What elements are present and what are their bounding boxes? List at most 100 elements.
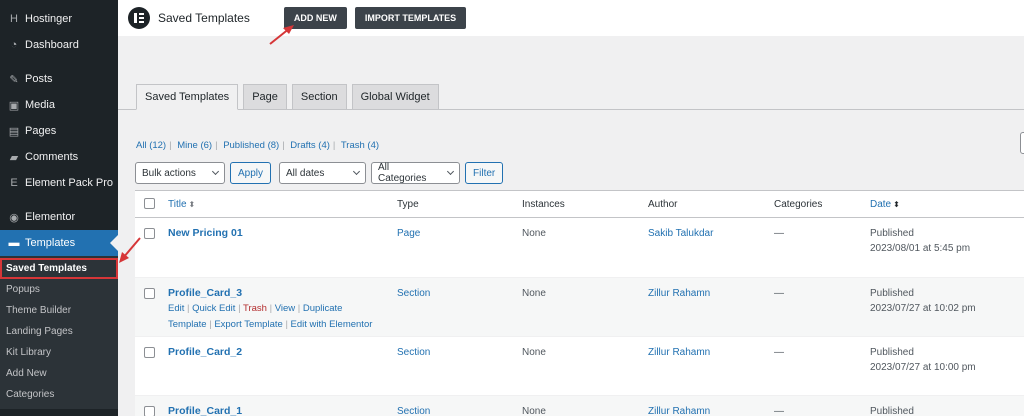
filter-drafts-label: Drafts [290, 140, 316, 151]
templates-submenu: Saved Templates Popups Theme Builder Lan… [0, 256, 118, 409]
tab-global-widget[interactable]: Global Widget [351, 84, 439, 110]
sidebar-item-templates[interactable]: ▬ Templates [0, 230, 118, 256]
sidebar-item-label: Elementor [25, 211, 76, 223]
current-menu-caret [110, 235, 118, 251]
filter-published[interactable]: Published (8) [223, 140, 279, 151]
row-title-link[interactable]: Profile_Card_2 [168, 346, 242, 358]
screen-options-button[interactable] [1020, 132, 1024, 154]
dates-value: All dates [286, 167, 325, 179]
sidebar-item-dashboard[interactable]: ◔ Dashboard [0, 32, 118, 58]
submenu-popups[interactable]: Popups [0, 279, 118, 300]
duplicate-link-cont[interactable]: Template [168, 319, 207, 330]
filter-button[interactable]: Filter [465, 162, 504, 184]
row-categories: — [774, 228, 784, 239]
filter-trash-count: (4) [367, 140, 380, 151]
select-all-checkbox[interactable] [144, 198, 155, 209]
row-type[interactable]: Section [397, 347, 430, 358]
filter-all[interactable]: All (12) [136, 140, 166, 151]
submenu-theme-builder[interactable]: Theme Builder [0, 300, 118, 321]
sort-icon: ⬍ [188, 200, 196, 209]
element-pack-icon: E [10, 177, 18, 189]
row-author[interactable]: Zillur Rahamn [648, 406, 710, 416]
sidebar-item-comments[interactable]: ▰ Comments [0, 144, 118, 170]
row-title-link[interactable]: New Pricing 01 [168, 227, 243, 239]
filter-mine[interactable]: Mine (6) [177, 140, 212, 151]
edit-link[interactable]: Edit [168, 303, 184, 314]
submenu-saved-templates[interactable]: Saved Templates [0, 258, 118, 279]
column-date-label: Date [870, 199, 892, 210]
comments-icon: ▰ [9, 151, 19, 164]
hostinger-icon: H [10, 13, 18, 25]
column-categories: Categories [774, 199, 823, 210]
bulk-actions-select[interactable]: Bulk actions [135, 162, 225, 184]
edit-with-elementor-link[interactable]: Edit with Elementor [291, 319, 373, 330]
view-link[interactable]: View [275, 303, 295, 314]
row-instances: None [522, 228, 546, 239]
submenu-landing-pages[interactable]: Landing Pages [0, 321, 118, 342]
row-type[interactable]: Page [397, 228, 420, 239]
dates-select[interactable]: All dates [279, 162, 367, 184]
filter-mine-label: Mine [177, 140, 198, 151]
dashboard-icon: ◔ [10, 39, 18, 51]
apply-button[interactable]: Apply [230, 162, 272, 184]
table-row: Profile_Card_3 Edit | Quick Edit | Trash… [135, 278, 1024, 337]
row-checkbox[interactable] [144, 347, 155, 358]
row-author[interactable]: Sakib Talukdar [648, 228, 713, 239]
sidebar-item-posts[interactable]: ✎ Posts [0, 66, 118, 92]
row-author[interactable]: Zillur Rahamn [648, 347, 710, 358]
filter-drafts-count: (4) [318, 140, 330, 151]
admin-sidebar: H Hostinger ◔ Dashboard ✎ Posts ▣ Media … [0, 0, 118, 416]
sidebar-item-pages[interactable]: ▤ Pages [0, 118, 118, 144]
import-templates-button[interactable]: IMPORT TEMPLATES [354, 7, 467, 29]
tab-section[interactable]: Section [291, 84, 347, 110]
submenu-kit-library[interactable]: Kit Library [0, 342, 118, 363]
tab-page[interactable]: Page [243, 84, 287, 110]
page-title: Saved Templates [158, 11, 250, 25]
separator: | [187, 303, 190, 314]
row-type[interactable]: Section [397, 406, 430, 416]
duplicate-link[interactable]: Duplicate [303, 303, 343, 314]
categories-select[interactable]: All Categories [371, 162, 461, 184]
separator: | [215, 140, 218, 151]
export-template-link[interactable]: Export Template [214, 319, 282, 330]
filter-drafts[interactable]: Drafts (4) [290, 140, 330, 151]
filter-published-count: (8) [267, 140, 280, 151]
row-type[interactable]: Section [397, 288, 430, 299]
trash-link[interactable]: Trash [243, 303, 267, 314]
separator: | [238, 303, 241, 314]
table-row: Profile_Card_2 Section None Zillur Raham… [135, 337, 1024, 396]
submenu-add-new[interactable]: Add New [0, 363, 118, 384]
column-title[interactable]: Title ⬍ [168, 199, 195, 210]
pages-icon: ▤ [8, 125, 20, 138]
sidebar-item-element-pack-pro[interactable]: E Element Pack Pro [0, 170, 118, 196]
tab-saved-templates[interactable]: Saved Templates [136, 84, 239, 110]
sidebar-item-hostinger[interactable]: H Hostinger [0, 6, 118, 32]
filter-trash-label: Trash [340, 140, 365, 151]
column-author: Author [648, 199, 678, 210]
sidebar-item-label: Dashboard [25, 39, 79, 51]
filter-trash[interactable]: Trash (4) [341, 140, 379, 151]
separator: | [269, 303, 273, 314]
row-title-link[interactable]: Profile_Card_3 [168, 287, 242, 299]
add-new-button[interactable]: ADD NEW [283, 7, 347, 29]
row-checkbox[interactable] [144, 228, 155, 239]
row-author[interactable]: Zillur Rahamn [648, 288, 710, 299]
row-categories: — [774, 347, 784, 358]
row-checkbox[interactable] [144, 288, 155, 299]
filter-all-count: (12) [149, 140, 167, 151]
separator: | [297, 303, 301, 314]
sidebar-item-elementor[interactable]: ◉ Elementor [0, 204, 118, 230]
categories-value: All Categories [378, 162, 427, 184]
chevron-down-icon [211, 167, 220, 176]
folder-icon: ▬ [8, 237, 20, 249]
chevron-down-icon [446, 167, 455, 176]
submenu-categories[interactable]: Categories [0, 384, 118, 405]
column-date[interactable]: Date ⬍ [870, 199, 900, 210]
status-filters: All (12) | Mine (6) | Published (8) | Draft… [136, 140, 379, 151]
row-checkbox[interactable] [144, 406, 155, 416]
sidebar-item-media[interactable]: ▣ Media [0, 92, 118, 118]
sidebar-item-label: Templates [25, 237, 76, 249]
row-title-link[interactable]: Profile_Card_1 [168, 405, 242, 416]
quick-edit-link[interactable]: Quick Edit [192, 303, 235, 314]
elementor-logo-icon [128, 7, 150, 29]
